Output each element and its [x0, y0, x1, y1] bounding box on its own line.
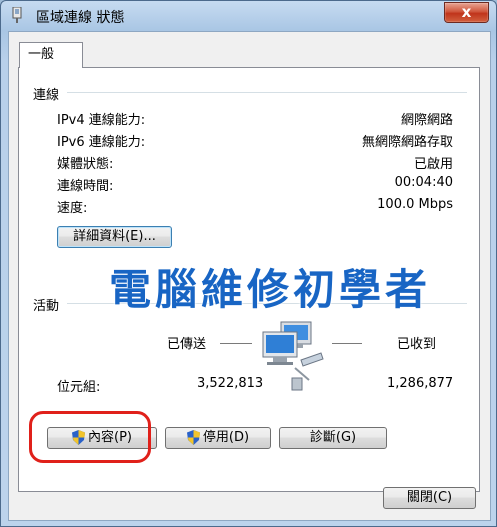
section-divider [67, 92, 467, 93]
speed-row: 速度: 100.0 Mbps [57, 197, 453, 216]
properties-highlight-annotation [29, 411, 151, 463]
sent-label: 已傳送 [167, 337, 207, 352]
duration-label: 連線時間: [57, 179, 114, 194]
watermark-text: 電腦維修初學者 [109, 265, 432, 314]
uac-shield-icon [186, 430, 200, 445]
connection-heading: 連線 [33, 88, 60, 103]
ipv4-value: 網際網路 [400, 113, 453, 128]
bytes-label: 位元組: [57, 380, 101, 395]
ipv4-label: IPv4 連線能力: [57, 113, 146, 128]
received-label: 已收到 [397, 337, 437, 352]
media-state-label: 媒體狀態: [57, 157, 114, 172]
media-state-value: 已啟用 [413, 157, 453, 172]
tab-general[interactable]: 一般 [19, 42, 83, 68]
details-button[interactable]: 詳細資料(E)... [57, 226, 172, 248]
network-adapter-icon [12, 7, 22, 23]
close-window-button[interactable]: x [444, 2, 489, 23]
tab-label: 一般 [28, 47, 55, 62]
media-state-row: 媒體狀態: 已啟用 [57, 153, 453, 172]
speed-label: 速度: [57, 201, 88, 216]
bytes-sent-value: 3,522,813 [197, 376, 264, 391]
title-bar[interactable]: 區域連線 狀態 x [1, 1, 496, 31]
sent-dash [220, 343, 252, 344]
network-computers-icon [262, 321, 324, 391]
ipv6-label: IPv6 連線能力: [57, 135, 146, 150]
disable-button[interactable]: 停用(D) [165, 427, 271, 449]
close-button[interactable]: 關閉(C) [383, 487, 476, 509]
ipv6-row: IPv6 連線能力: 無網際網路存取 [57, 131, 453, 150]
disable-label: 停用(D) [202, 430, 250, 445]
speed-value: 100.0 Mbps [377, 197, 453, 212]
diagnose-button[interactable]: 診斷(G) [279, 427, 387, 449]
ipv4-row: IPv4 連線能力: 網際網路 [57, 109, 453, 128]
activity-heading: 活動 [33, 299, 60, 314]
window-title: 區域連線 狀態 [36, 10, 125, 26]
close-icon: x [461, 3, 472, 21]
ipv6-value: 無網際網路存取 [361, 135, 453, 150]
received-dash [332, 343, 362, 344]
status-dialog: 區域連線 狀態 x 一般 連線 IPv4 連線能力: 網際網路 IPv6 連線能… [0, 0, 497, 527]
bytes-received-value: 1,286,877 [387, 376, 454, 391]
duration-row: 連線時間: 00:04:40 [57, 175, 453, 194]
duration-value: 00:04:40 [394, 175, 453, 190]
